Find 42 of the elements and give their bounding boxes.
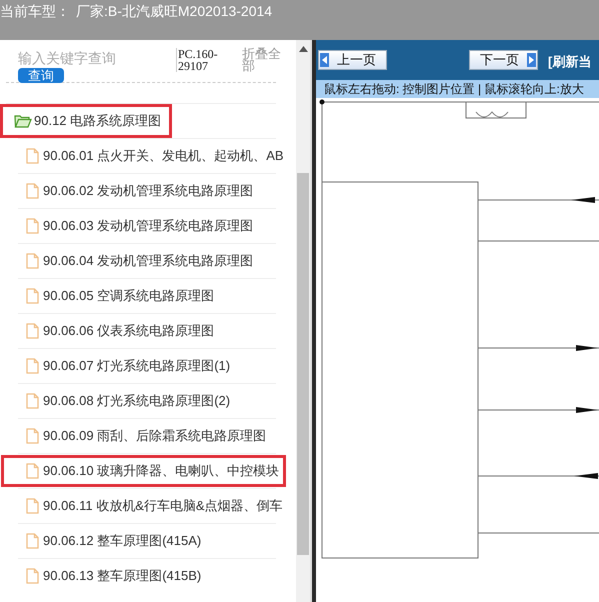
document-icon (26, 183, 39, 199)
tree-item[interactable]: 90.06.11 收放机&行车电脑&点烟器、倒车 (1, 490, 286, 522)
right-arrow-icon (527, 53, 536, 67)
document-icon (26, 358, 39, 374)
scroll-thumb[interactable] (297, 173, 309, 555)
document-icon (26, 428, 39, 444)
part-code: PC.160-29107 (176, 48, 238, 72)
document-icon (26, 498, 39, 514)
folder-icon (14, 114, 32, 128)
document-icon (26, 218, 39, 234)
tree-item[interactable]: 90.06.08 灯光系统电路原理图(2) (1, 385, 234, 417)
car-model-label: 当前车型： (0, 2, 70, 20)
tree-item[interactable]: 90.06.04 发动机管理系统电路原理图 (1, 245, 256, 277)
document-icon (26, 568, 39, 584)
search-button[interactable]: 查询 (18, 68, 64, 83)
car-model-value: 厂家:B-北汽威旺M202013-2014 (76, 2, 272, 20)
tree-item[interactable]: 90.06.10 玻璃升降器、电喇叭、中控模块 (1, 455, 286, 487)
tree-item[interactable]: 90.06.02 发动机管理系统电路原理图 (1, 175, 256, 207)
document-icon (26, 288, 39, 304)
tree-item[interactable]: 90.06.01 点火开关、发电机、起动机、AB (1, 140, 287, 172)
tree-item[interactable]: 90.06.09 雨刮、后除霜系统电路原理图 (1, 420, 270, 452)
scrollbar[interactable] (296, 40, 310, 602)
next-page-button[interactable]: 下一页 (469, 50, 538, 70)
search-field[interactable]: 输入关键字查询 (18, 48, 168, 68)
previous-page-button[interactable]: 上一页 (318, 50, 387, 70)
document-icon (26, 323, 39, 339)
document-icon (26, 148, 39, 164)
document-icon (26, 253, 39, 269)
tree-item[interactable]: 90.06.03 发动机管理系统电路原理图 (1, 210, 256, 242)
folder-item[interactable]: 90.12 电路系统原理图 (0, 104, 172, 138)
tree-item[interactable]: 90.06.12 整车原理图(415A) (1, 525, 204, 557)
tree-item[interactable]: 90.06.13 整车原理图(415B) (1, 560, 204, 592)
document-icon (26, 463, 39, 479)
tree-item[interactable]: 90.06.05 空调系统电路原理图 (1, 280, 218, 312)
refresh-link[interactable]: [刷新当 (548, 53, 592, 71)
left-arrow-icon (320, 53, 329, 67)
document-icon (26, 393, 39, 409)
tree-item[interactable]: 90.06.07 灯光系统电路原理图(1) (1, 350, 234, 382)
document-icon (26, 533, 39, 549)
scroll-up-icon[interactable] (298, 46, 308, 52)
tree-item[interactable]: 90.06.06 仪表系统电路原理图 (1, 315, 218, 347)
hint-text: 鼠标左右拖动: 控制图片位置 | 鼠标滚轮向上:放大 (324, 82, 584, 96)
